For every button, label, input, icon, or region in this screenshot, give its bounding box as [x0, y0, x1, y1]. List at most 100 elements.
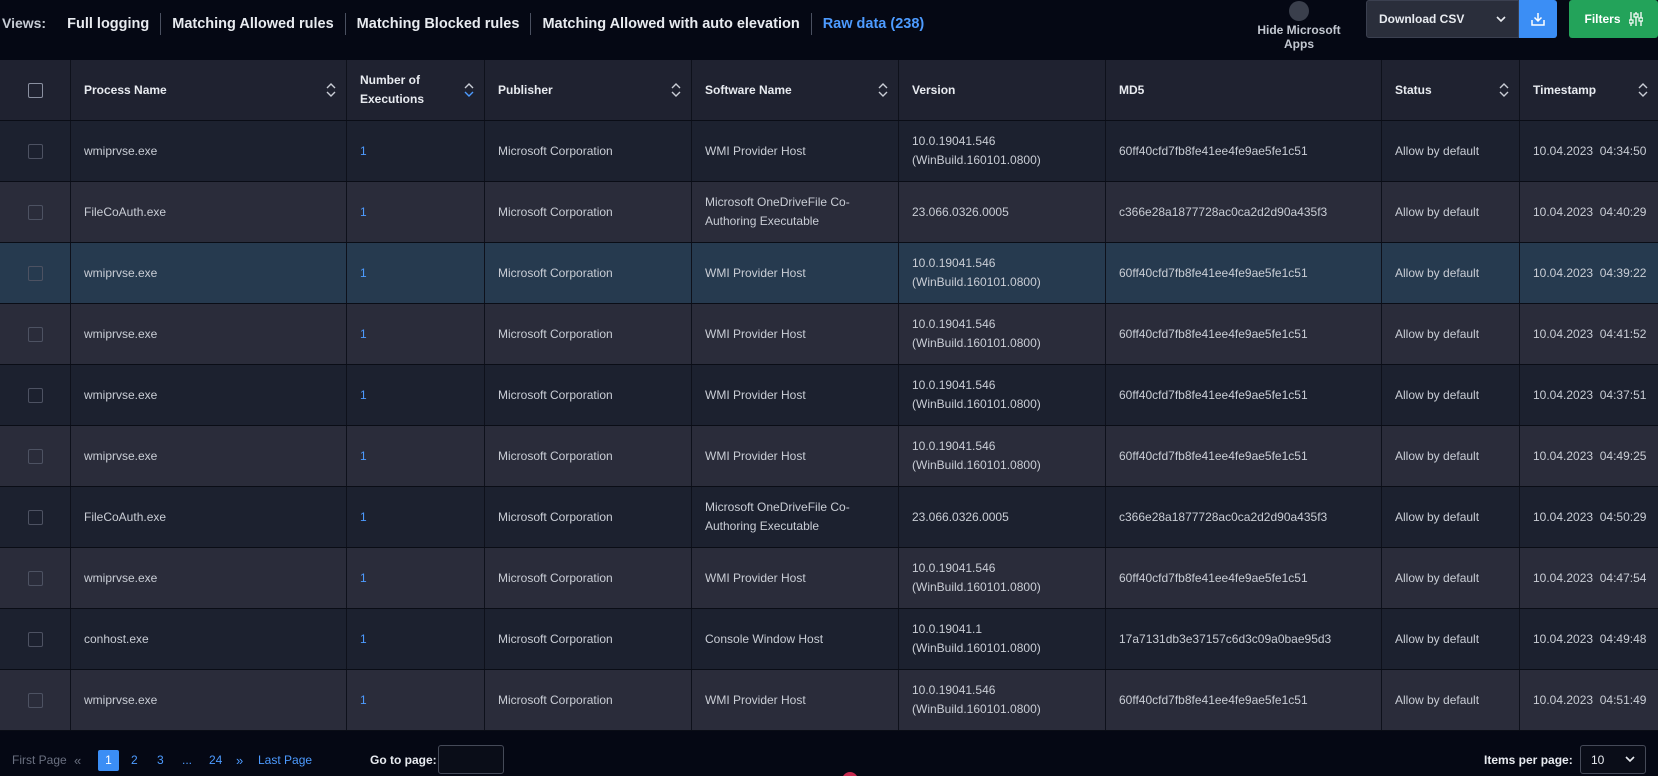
table-row[interactable]: wmiprvse.exe 1 Microsoft Corporation WMI…: [0, 426, 1658, 487]
page-1-button[interactable]: 1: [98, 749, 119, 771]
executions-link[interactable]: 1: [360, 264, 367, 283]
version-cell: 10.0.19041.546 (WinBuild.160101.0800): [899, 304, 1106, 364]
row-checkbox[interactable]: [27, 265, 43, 281]
executions-cell: 1: [347, 243, 485, 303]
sort-icon: [878, 83, 888, 97]
software-name: WMI Provider Host: [705, 448, 806, 463]
md5-cell: 60ff40cfd7fb8fe41ee4fe9ae5fe1c51: [1106, 365, 1382, 425]
row-select-cell: [0, 548, 71, 608]
row-checkbox[interactable]: [27, 509, 43, 525]
software-name-cell: WMI Provider Host: [692, 365, 899, 425]
executions-link[interactable]: 1: [360, 447, 367, 466]
status-text: Allow by default: [1395, 692, 1480, 707]
table-body: wmiprvse.exe 1 Microsoft Corporation WMI…: [0, 121, 1658, 731]
header-label: Version: [912, 82, 956, 97]
version-build: (WinBuild.160101.0800): [912, 641, 1041, 655]
executions-cell: 1: [347, 365, 485, 425]
view-matching-allowed-auto-elevation[interactable]: Matching Allowed with auto elevation: [531, 13, 812, 35]
last-page-link[interactable]: Last Page: [258, 753, 312, 767]
timestamp-cell: 10.04.2023 04:40:29: [1520, 182, 1658, 242]
header-process-name[interactable]: Process Name: [71, 60, 347, 120]
publisher: Microsoft Corporation: [498, 265, 613, 280]
status-cell: Allow by default: [1382, 121, 1520, 181]
status-text: Allow by default: [1395, 631, 1480, 646]
table-row[interactable]: wmiprvse.exe 1 Microsoft Corporation WMI…: [0, 670, 1658, 731]
table-row[interactable]: wmiprvse.exe 1 Microsoft Corporation WMI…: [0, 548, 1658, 609]
table-row[interactable]: wmiprvse.exe 1 Microsoft Corporation WMI…: [0, 243, 1658, 304]
view-full-logging[interactable]: Full logging: [56, 13, 162, 35]
first-page-link[interactable]: First Page: [12, 753, 67, 767]
view-matching-blocked[interactable]: Matching Blocked rules: [346, 13, 532, 35]
process-name: wmiprvse.exe: [84, 692, 158, 707]
executions-link[interactable]: 1: [360, 569, 367, 588]
md5-hash: 60ff40cfd7fb8fe41ee4fe9ae5fe1c51: [1119, 570, 1308, 585]
row-checkbox[interactable]: [27, 692, 43, 708]
executions-link[interactable]: 1: [360, 325, 367, 344]
process-name-cell: wmiprvse.exe: [71, 304, 347, 364]
double-chevron-right-icon[interactable]: »: [236, 753, 243, 768]
header-label: Software Name: [705, 82, 792, 97]
go-to-page-input[interactable]: [438, 745, 504, 774]
row-select-cell: [0, 182, 71, 242]
header-number-of-executions[interactable]: Number of Executions: [347, 60, 485, 120]
timestamp: 10.04.2023 04:41:52: [1533, 326, 1647, 341]
sort-icon: [1499, 83, 1509, 97]
chevron-down-icon: [1625, 756, 1635, 763]
row-checkbox[interactable]: [27, 204, 43, 220]
table-row[interactable]: wmiprvse.exe 1 Microsoft Corporation WMI…: [0, 121, 1658, 182]
page-3-button[interactable]: 3: [157, 753, 164, 767]
executions-link[interactable]: 1: [360, 508, 367, 527]
double-chevron-left-icon[interactable]: «: [74, 753, 81, 768]
status-cell: Allow by default: [1382, 365, 1520, 425]
version-cell: 10.0.19041.546 (WinBuild.160101.0800): [899, 548, 1106, 608]
row-checkbox[interactable]: [27, 143, 43, 159]
publisher-cell: Microsoft Corporation: [485, 304, 692, 364]
select-all-checkbox[interactable]: [27, 82, 43, 98]
header-publisher[interactable]: Publisher: [485, 60, 692, 120]
table-row[interactable]: wmiprvse.exe 1 Microsoft Corporation WMI…: [0, 304, 1658, 365]
executions-cell: 1: [347, 670, 485, 730]
hide-microsoft-apps-toggle[interactable]: [1289, 1, 1309, 21]
table-row[interactable]: wmiprvse.exe 1 Microsoft Corporation WMI…: [0, 365, 1658, 426]
executions-link[interactable]: 1: [360, 203, 367, 222]
timestamp-cell: 10.04.2023 04:41:52: [1520, 304, 1658, 364]
version-number: 10.0.19041.546: [912, 683, 996, 697]
row-select-cell: [0, 243, 71, 303]
executions-link[interactable]: 1: [360, 386, 367, 405]
page-2-button[interactable]: 2: [131, 753, 138, 767]
download-csv-select[interactable]: Download CSV: [1366, 0, 1519, 38]
page-24-button[interactable]: 24: [209, 753, 222, 767]
view-raw-data[interactable]: Raw data (238): [812, 13, 936, 35]
version-cell: 10.0.19041.546 (WinBuild.160101.0800): [899, 243, 1106, 303]
process-name-cell: wmiprvse.exe: [71, 121, 347, 181]
header-status[interactable]: Status: [1382, 60, 1520, 120]
publisher-cell: Microsoft Corporation: [485, 487, 692, 547]
process-name-cell: wmiprvse.exe: [71, 670, 347, 730]
header-software-name[interactable]: Software Name: [692, 60, 899, 120]
publisher-cell: Microsoft Corporation: [485, 121, 692, 181]
row-checkbox[interactable]: [27, 387, 43, 403]
software-name-cell: Microsoft OneDriveFile Co-Authoring Exec…: [692, 182, 899, 242]
executions-link[interactable]: 1: [360, 691, 367, 710]
version-number: 23.066.0326.0005: [912, 204, 1009, 219]
row-checkbox[interactable]: [27, 631, 43, 647]
process-name: FileCoAuth.exe: [84, 204, 167, 219]
row-checkbox[interactable]: [27, 570, 43, 586]
download-button[interactable]: [1519, 0, 1557, 38]
software-name: WMI Provider Host: [705, 265, 806, 280]
executions-link[interactable]: 1: [360, 630, 367, 649]
filters-button[interactable]: Filters: [1569, 0, 1658, 38]
table-row[interactable]: FileCoAuth.exe 1 Microsoft Corporation M…: [0, 487, 1658, 548]
items-per-page-select[interactable]: 10: [1580, 745, 1646, 774]
software-name-cell: WMI Provider Host: [692, 548, 899, 608]
software-name: WMI Provider Host: [705, 570, 806, 585]
row-select-cell: [0, 365, 71, 425]
row-checkbox[interactable]: [27, 326, 43, 342]
executions-link[interactable]: 1: [360, 142, 367, 161]
sort-desc-icon: [464, 83, 474, 97]
table-row[interactable]: conhost.exe 1 Microsoft Corporation Cons…: [0, 609, 1658, 670]
view-matching-allowed[interactable]: Matching Allowed rules: [161, 13, 346, 35]
header-timestamp[interactable]: Timestamp: [1520, 60, 1658, 120]
row-checkbox[interactable]: [27, 448, 43, 464]
table-row[interactable]: FileCoAuth.exe 1 Microsoft Corporation M…: [0, 182, 1658, 243]
